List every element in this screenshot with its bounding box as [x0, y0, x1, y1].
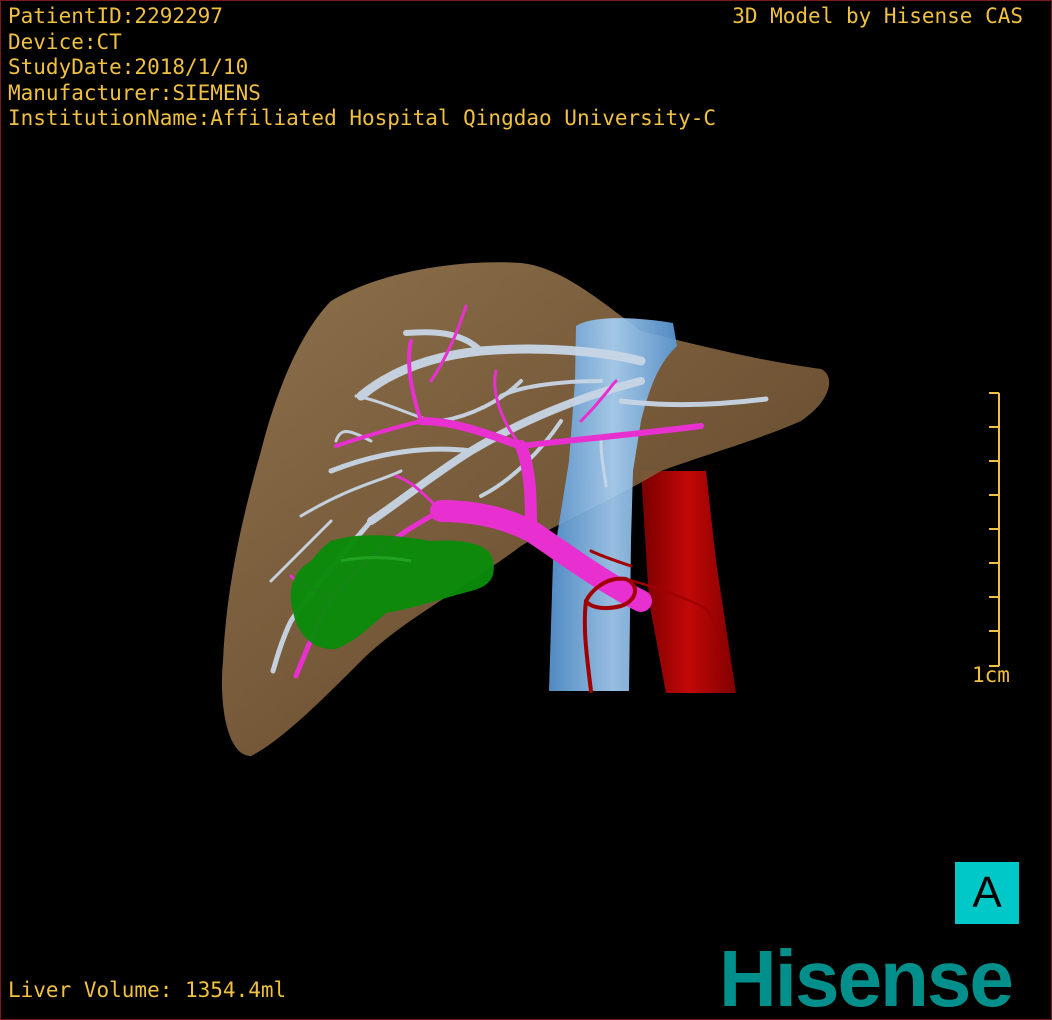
- study-date: StudyDate:2018/1/10: [8, 55, 249, 79]
- 3d-viewport[interactable]: PatientID:2292297 Device:CT StudyDate:20…: [0, 0, 1052, 1020]
- scale-bar: [989, 392, 1000, 667]
- liver-volume: Liver Volume: 1354.4ml: [8, 978, 287, 1002]
- manufacturer: Manufacturer:SIEMENS: [8, 80, 261, 105]
- hisense-logo: Hisense: [719, 934, 1014, 1020]
- model-credit: 3D Model by Hisense CAS: [732, 4, 1023, 28]
- device: Device:CT: [8, 29, 122, 54]
- orientation-marker[interactable]: A: [955, 862, 1019, 924]
- scale-bar-label: 1cm: [972, 663, 1010, 687]
- aorta: [641, 471, 736, 693]
- patient-id: PatientID:2292297: [8, 4, 223, 28]
- 3d-liver-model[interactable]: [1, 1, 1051, 1019]
- orientation-letter: A: [972, 868, 1002, 917]
- institution-name: InstitutionName:Affiliated Hospital Qing…: [8, 106, 717, 130]
- dicom-info-overlay: PatientID:2292297 Device:CT StudyDate:20…: [8, 4, 716, 132]
